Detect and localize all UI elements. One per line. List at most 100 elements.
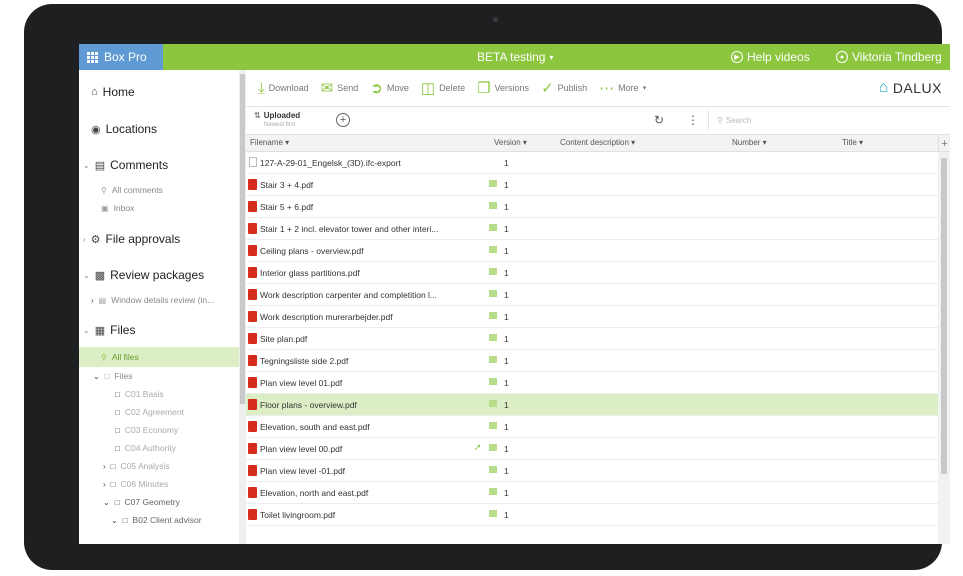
- sidebar-item-inbox[interactable]: ▣ Inbox: [101, 198, 134, 218]
- table-row[interactable]: Site plan.pdf 1: [246, 328, 938, 350]
- inbox-icon: ▣: [101, 203, 109, 213]
- comment-icon[interactable]: [489, 202, 497, 209]
- sidebar-folder-b02[interactable]: ⌄ □ B02 Client advisor: [111, 510, 202, 530]
- chevron-right-icon: ›: [91, 295, 94, 305]
- comment-icon[interactable]: [489, 180, 497, 187]
- table-scroll-thumb[interactable]: [941, 158, 947, 474]
- table-row[interactable]: 127-A-29-01_Engelsk_(3D).ifc-export 1: [246, 152, 938, 174]
- pin-icon[interactable]: ➚: [474, 442, 482, 453]
- sidebar-item-home[interactable]: ⌂ Home: [91, 82, 135, 102]
- sidebar-item-comments[interactable]: ⌄ ▤ Comments: [83, 155, 168, 175]
- add-file-button[interactable]: +: [336, 113, 350, 127]
- user-menu[interactable]: ● Viktoria Tindberg: [836, 44, 942, 70]
- sidebar: ⌂ Home ◉ Locations ⌄ ▤ Comments ⚲ All commen…: [79, 70, 239, 544]
- add-column-button[interactable]: +: [938, 135, 950, 152]
- delete-button[interactable]: ◫ Delete: [421, 79, 465, 97]
- search-placeholder: Search: [725, 115, 752, 125]
- sidebar-item-window-review[interactable]: › ▤ Window details review (in...: [91, 290, 214, 310]
- file-name: Stair 1 + 2 incl. elevator tower and oth…: [260, 224, 439, 234]
- column-version[interactable]: Version ▾: [494, 138, 527, 147]
- sidebar-item-all-files[interactable]: ⚲ All files: [79, 347, 239, 367]
- column-number[interactable]: Number ▾: [732, 138, 767, 147]
- sidebar-folder-c07[interactable]: ⌄ □ C07 Geometry: [103, 492, 180, 512]
- table-row-selected[interactable]: Floor plans - overview.pdf 1: [246, 394, 938, 416]
- table-row[interactable]: Ceiling plans - overview.pdf 1: [246, 240, 938, 262]
- sidebar-scroll-thumb[interactable]: [240, 74, 245, 404]
- sidebar-folder-c05[interactable]: › □ C05 Analysis: [103, 456, 170, 476]
- table-row[interactable]: Stair 5 + 6.pdf 1: [246, 196, 938, 218]
- refresh-icon[interactable]: ↻: [654, 113, 664, 127]
- table-row[interactable]: Interior glass partitions.pdf 1: [246, 262, 938, 284]
- table-row[interactable]: Stair 1 + 2 incl. elevator tower and oth…: [246, 218, 938, 240]
- move-button[interactable]: ➲ Move: [370, 79, 409, 97]
- sidebar-item-files[interactable]: ⌄ ▦ Files: [83, 320, 135, 340]
- pdf-icon: [248, 443, 257, 454]
- sidebar-item-review-packages[interactable]: ⌄ ▩ Review packages: [83, 265, 204, 285]
- chevron-down-icon: ⌄: [111, 515, 118, 525]
- comment-icon[interactable]: [489, 444, 497, 451]
- comment-icon[interactable]: [489, 356, 497, 363]
- more-button[interactable]: ⋯ More ▾: [599, 79, 646, 97]
- pdf-icon: [248, 355, 257, 366]
- download-button[interactable]: ⤓ Download: [258, 80, 309, 97]
- sidebar-folder-c01[interactable]: □ C01 Basis: [115, 384, 164, 404]
- sidebar-item-files-folder[interactable]: ⌄ □ Files: [93, 366, 133, 386]
- comment-icon[interactable]: [489, 268, 497, 275]
- dalux-logo: ⌂ DALUX: [879, 79, 942, 97]
- chevron-right-icon: ›: [103, 461, 106, 471]
- file-version: 1: [504, 290, 509, 300]
- comment-icon[interactable]: [489, 312, 497, 319]
- sidebar-item-file-approvals[interactable]: › ⚙ File approvals: [83, 229, 180, 249]
- app-switcher[interactable]: Box Pro: [79, 44, 163, 70]
- comment-icon[interactable]: [489, 378, 497, 385]
- comment-icon[interactable]: [489, 290, 497, 297]
- publish-button[interactable]: ✓ Publish: [541, 79, 587, 97]
- column-content-description[interactable]: Content description ▾: [560, 138, 635, 147]
- folder-outline-icon: □: [115, 443, 120, 453]
- sidebar-folder-c02[interactable]: □ C02 Agreement: [115, 402, 184, 422]
- sort-uploaded-button[interactable]: ⇅ Uploaded: [254, 111, 300, 120]
- help-videos-link[interactable]: ▶ Help videos: [731, 44, 810, 70]
- file-name: Work description carpenter and completit…: [260, 290, 438, 300]
- comment-icon[interactable]: [489, 400, 497, 407]
- table-row[interactable]: Work description murerarbejder.pdf 1: [246, 306, 938, 328]
- comment-icon[interactable]: [489, 422, 497, 429]
- table-row[interactable]: Toilet livingroom.pdf 1: [246, 504, 938, 526]
- sidebar-item-label: Home: [102, 85, 135, 99]
- chevron-down-icon: ⌄: [83, 160, 90, 170]
- table-row[interactable]: Elevation, south and east.pdf 1: [246, 416, 938, 438]
- table-row[interactable]: Work description carpenter and completit…: [246, 284, 938, 306]
- sidebar-scrollbar[interactable]: [239, 70, 246, 544]
- table-scrollbar[interactable]: [938, 152, 950, 544]
- search-input[interactable]: ⚲ Search: [708, 110, 950, 130]
- sidebar-folder-c06[interactable]: › □ C06 Minutes: [103, 474, 168, 494]
- comment-icon[interactable]: [489, 466, 497, 473]
- comment-icon[interactable]: [489, 224, 497, 231]
- table-row[interactable]: Tegningsliste side 2.pdf 1: [246, 350, 938, 372]
- table-row[interactable]: Stair 3 + 4.pdf 1: [246, 174, 938, 196]
- comment-icon[interactable]: [489, 246, 497, 253]
- versions-button[interactable]: ❐ Versions: [477, 79, 529, 97]
- pdf-icon: [248, 289, 257, 300]
- project-selector[interactable]: BETA testing ▾: [477, 44, 554, 70]
- sidebar-folder-c04[interactable]: □ C04 Authority: [115, 438, 176, 458]
- column-filename[interactable]: Filename ▾: [250, 138, 289, 147]
- file-version: 1: [504, 400, 509, 410]
- table-row[interactable]: Plan view level 01.pdf 1: [246, 372, 938, 394]
- comment-icon[interactable]: [489, 510, 497, 517]
- sidebar-item-label: Inbox: [113, 203, 135, 213]
- comment-icon[interactable]: [489, 334, 497, 341]
- pdf-icon: [248, 487, 257, 498]
- kebab-menu-icon[interactable]: ⋮: [687, 113, 699, 127]
- table-row[interactable]: Plan view level 00.pdf ➚ 1: [246, 438, 938, 460]
- chevron-down-icon: ⌄: [93, 371, 100, 381]
- sidebar-folder-c03[interactable]: □ C03 Economy: [115, 420, 178, 440]
- send-button[interactable]: ✉ Send: [321, 79, 359, 97]
- table-row[interactable]: Elevation, north and east.pdf 1: [246, 482, 938, 504]
- table-row[interactable]: Plan view level -01.pdf 1: [246, 460, 938, 482]
- chevron-right-icon: ›: [83, 234, 86, 244]
- column-title[interactable]: Title ▾: [842, 138, 863, 147]
- comment-icon[interactable]: [489, 488, 497, 495]
- sidebar-item-all-comments[interactable]: ⚲ All comments: [101, 180, 163, 200]
- sidebar-item-locations[interactable]: ◉ Locations: [91, 119, 157, 139]
